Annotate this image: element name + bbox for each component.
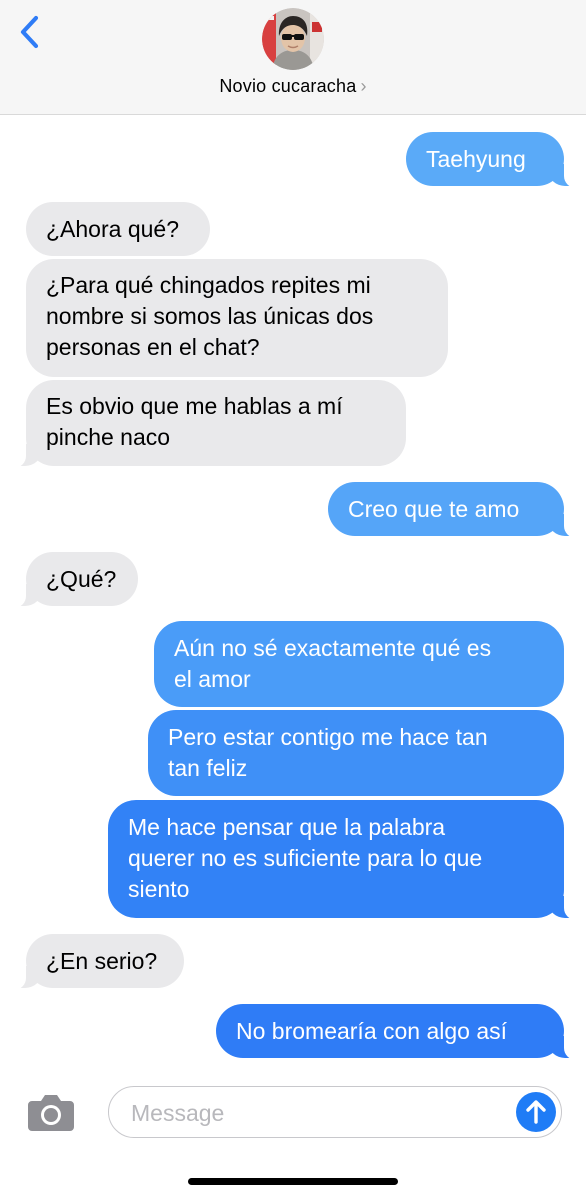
message-bubble-outgoing[interactable]: Aún no sé exactamente qué es el amor — [154, 621, 564, 707]
message-bubble-incoming[interactable]: ¿Ahora qué? — [26, 202, 210, 256]
message-input-field[interactable] — [108, 1086, 562, 1138]
message-bubble-incoming[interactable]: ¿Para qué chingados repites mi nombre si… — [26, 259, 448, 377]
chevron-left-icon — [20, 15, 39, 49]
back-button[interactable] — [14, 12, 48, 52]
contact-name: Novio cucaracha — [219, 76, 357, 96]
message-input[interactable] — [129, 1095, 503, 1131]
contact-name-button[interactable]: Novio cucaracha › — [0, 76, 586, 97]
messages-screen: Novio cucaracha › Taehyung ¿Ahora qué? ¿P… — [0, 0, 586, 1200]
message-bubble-outgoing[interactable]: Me hace pensar que la palabra querer no … — [108, 800, 586, 920]
avatar[interactable] — [262, 8, 324, 70]
message-bubble-outgoing[interactable]: Taehyung — [406, 132, 586, 188]
home-indicator[interactable] — [188, 1178, 398, 1185]
message-bubble-outgoing[interactable]: No bromearía con algo así — [216, 1004, 586, 1060]
message-bubble-incoming[interactable]: ¿En serio? — [0, 934, 184, 990]
message-bubble-incoming[interactable]: Es obvio que me hablas a mí pinche naco — [0, 380, 406, 468]
camera-icon — [28, 1095, 74, 1131]
contact-photo — [262, 8, 324, 70]
camera-button[interactable] — [26, 1093, 76, 1133]
conversation-header: Novio cucaracha › — [0, 0, 586, 115]
send-button[interactable] — [516, 1092, 556, 1132]
message-bubble-outgoing[interactable]: Creo que te amo — [328, 482, 586, 538]
chevron-right-icon: › — [360, 76, 367, 96]
arrow-up-icon — [526, 1100, 546, 1124]
message-bubble-outgoing[interactable]: Pero estar contigo me hace tan tan feliz — [148, 710, 564, 796]
message-bubble-incoming[interactable]: ¿Qué? — [0, 552, 138, 608]
